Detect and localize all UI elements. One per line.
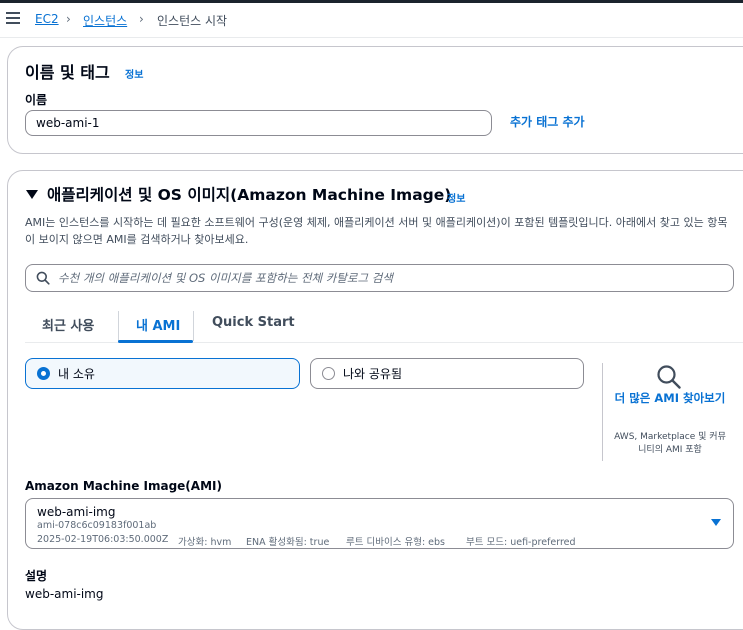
ami-search-placeholder: 수천 개의 애플리케이션 및 OS 이미지를 포함하는 전체 카탈로그 검색 [58,271,393,285]
ami-name: web-ami-img [37,505,116,519]
tab-divider [193,311,194,341]
owned-by-me-tile[interactable]: 내 소유 [25,358,300,389]
shared-with-me-tile[interactable]: 나와 공유됨 [310,358,584,389]
breadcrumb-current: 인스턴스 시작 [157,14,228,28]
ami-select-label: Amazon Machine Image(AMI) [25,479,222,493]
tab-recent[interactable]: 최근 사용 [42,315,94,334]
menu-icon[interactable] [6,12,20,26]
chevron-right-icon: › [66,12,71,26]
collapse-triangle-icon[interactable] [26,190,38,199]
ami-search-input[interactable]: 수천 개의 애플리케이션 및 OS 이미지를 포함하는 전체 카탈로그 검색 [25,264,734,292]
ami-info-link[interactable]: 정보 [447,190,465,205]
magnifier-icon[interactable] [656,364,682,390]
caret-down-icon[interactable] [711,519,721,526]
search-icon [36,271,50,285]
name-input-value: web-ami-1 [36,116,100,130]
ami-description: AMI는 인스턴스를 시작하는 데 필요한 소프트웨어 구성(운영 체제, 애플… [25,216,728,246]
tab-quick-start[interactable]: Quick Start [212,315,295,330]
active-tab-indicator [118,340,193,343]
ami-virtualization: 가상화: hvm [178,537,232,548]
shared-with-me-label: 나와 공유됨 [343,367,403,381]
radio-selected-icon[interactable] [37,367,50,380]
add-tags-link[interactable]: 추가 태그 추가 [510,113,585,130]
breadcrumb-ec2[interactable]: EC2 [35,12,59,26]
ami-id: ami-078c6c09183f001ab [37,520,157,531]
browse-divider [602,363,603,461]
name-tags-panel: 이름 및 태그 정보 이름 web-ami-1 추가 태그 추가 [7,46,743,154]
name-tags-info-link[interactable]: 정보 [125,66,143,81]
ami-root-device: 루트 디바이스 유형: ebs [346,537,446,548]
name-input[interactable]: web-ami-1 [25,110,492,136]
radio-unselected-icon[interactable] [322,367,335,380]
ami-ena: ENA 활성화됨: true [246,537,330,548]
owned-by-me-label: 내 소유 [58,367,95,381]
chevron-right-icon: › [139,12,144,26]
ami-creation-date: 2025-02-19T06:03:50.000Z [37,534,169,545]
ami-boot-mode: 부트 모드: uefi-preferred [466,537,576,548]
browse-more-amis-link[interactable]: 더 많은 AMI 찾아보기 [613,390,727,406]
ami-select[interactable]: web-ami-img ami-078c6c09183f001ab 2025-0… [25,498,734,549]
ami-section-title: 애플리케이션 및 OS 이미지(Amazon Machine Image) [47,186,452,204]
tab-my-ami[interactable]: 내 AMI [136,315,180,334]
name-tags-title: 이름 및 태그 [25,63,110,82]
name-label: 이름 [25,93,48,107]
breadcrumb-bar: EC2 › 인스턴스 › 인스턴스 시작 [0,3,743,38]
browse-more-amis-subtext: AWS, Marketplace 및 커뮤니티의 AMI 포함 [614,432,726,455]
tab-divider [118,311,119,341]
breadcrumb-instances[interactable]: 인스턴스 [83,12,127,29]
description-value: web-ami-img [25,587,104,601]
description-label: 설명 [25,569,48,583]
